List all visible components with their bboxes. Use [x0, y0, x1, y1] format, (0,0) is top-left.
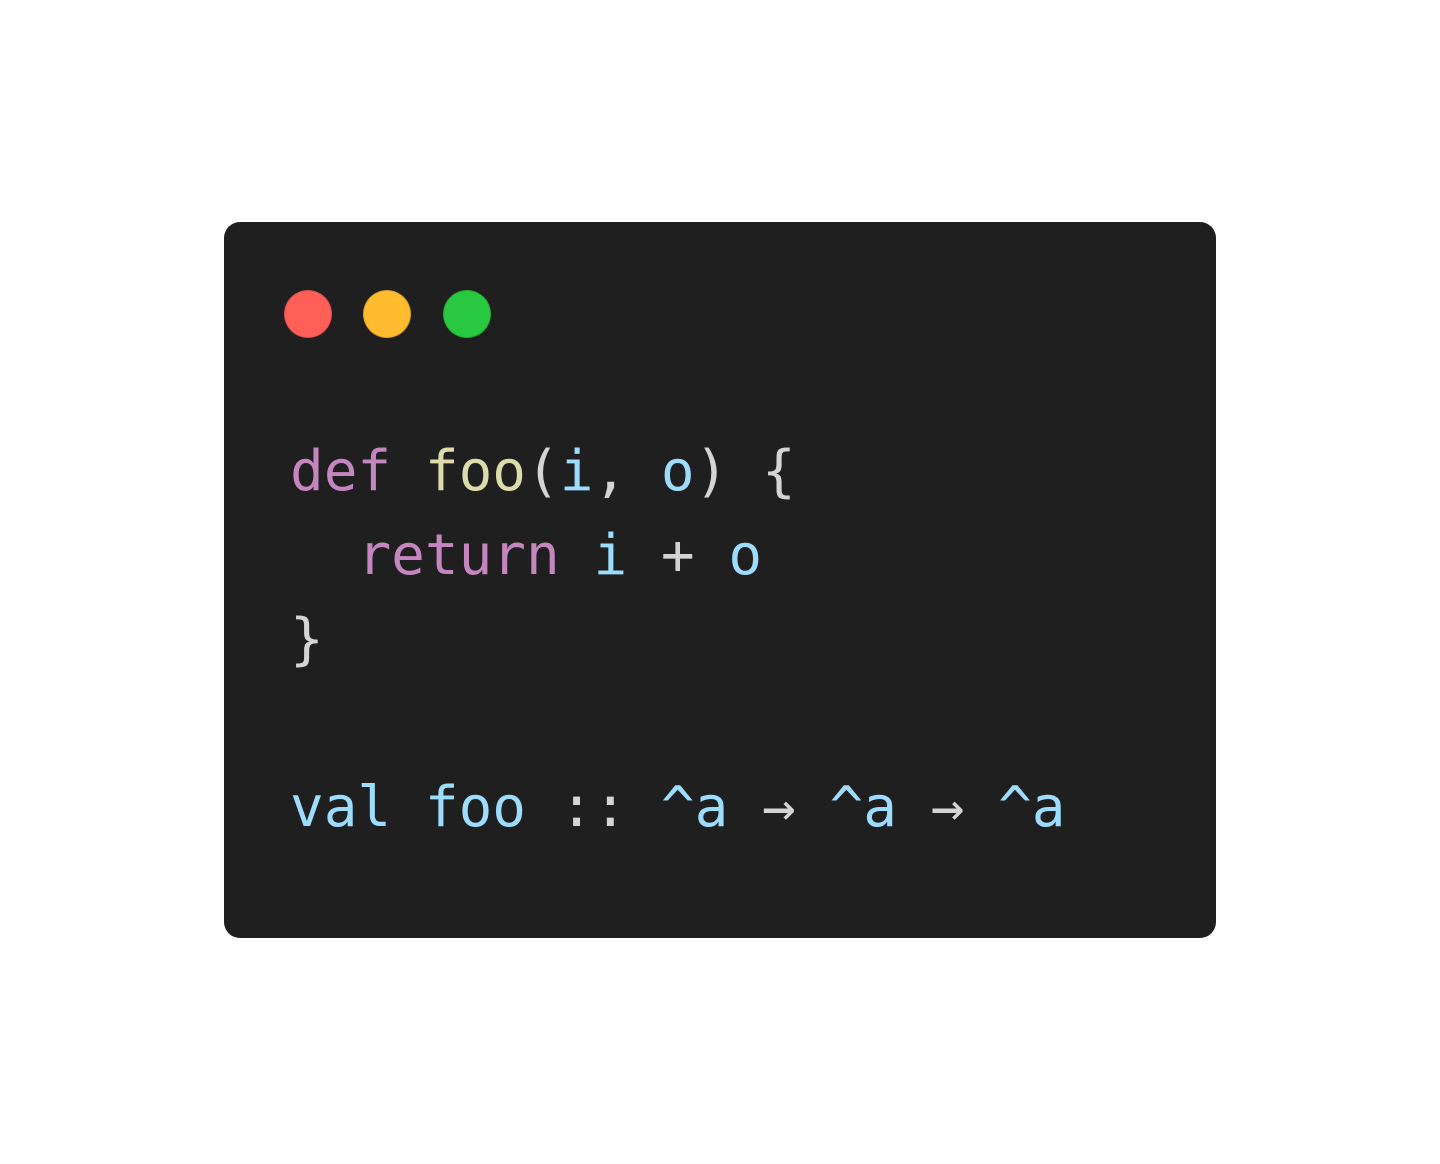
type-var-a-1: ^a	[660, 775, 729, 840]
param-i: i	[559, 439, 594, 504]
function-name: foo	[424, 439, 527, 504]
keyword-return: return	[357, 523, 560, 588]
var-i: i	[593, 523, 628, 588]
keyword-def: def	[290, 439, 392, 504]
arrow-1: →	[728, 775, 830, 840]
code-line-5: val foo :: ^a → ^a → ^a	[290, 766, 1066, 850]
operator-plus: +	[627, 523, 729, 588]
type-var-a-2: ^a	[829, 775, 897, 840]
code-line-2: return i + o	[290, 514, 762, 598]
code-line-1: def foo(i, o) {	[290, 430, 796, 514]
double-colon: ::	[526, 775, 661, 840]
name-foo: foo	[424, 775, 527, 840]
arrow-2: →	[896, 775, 999, 840]
comma: ,	[593, 439, 661, 504]
type-var-a-3: ^a	[998, 775, 1066, 840]
page: def foo(i, o) { return i + o } val foo :…	[0, 0, 1440, 1164]
param-o: o	[660, 439, 695, 504]
code-window: def foo(i, o) { return i + o } val foo :…	[224, 222, 1216, 938]
keyword-val: val	[290, 775, 392, 840]
code-line-3: }	[290, 598, 324, 682]
brace-close: }	[290, 607, 324, 672]
var-o: o	[728, 523, 763, 588]
paren-close: )	[694, 439, 729, 504]
paren-open: (	[526, 439, 560, 504]
brace-open: {	[728, 439, 796, 504]
code-block: def foo(i, o) { return i + o } val foo :…	[290, 222, 1066, 978]
